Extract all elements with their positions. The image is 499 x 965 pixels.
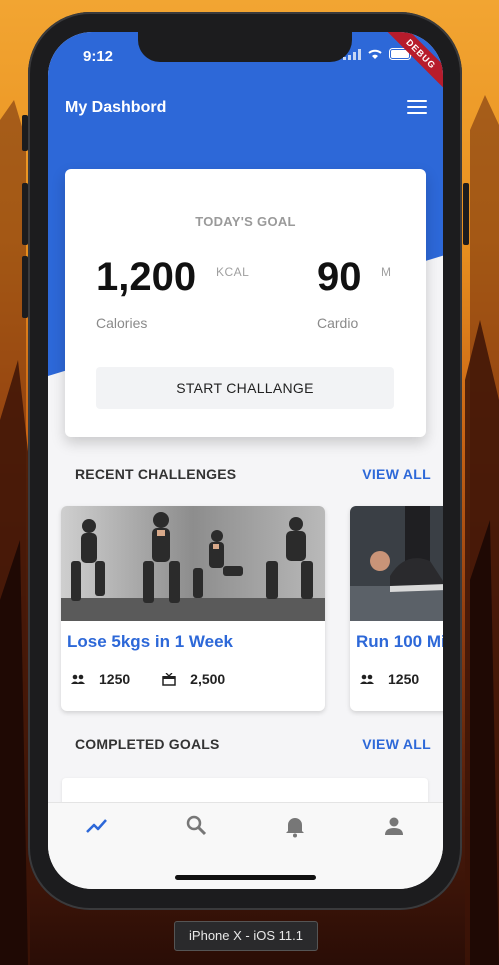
challenge-title: Lose 5kgs in 1 Week [67, 632, 233, 651]
start-challenge-button[interactable]: START CHALLANGE [96, 367, 394, 409]
participants-count: 1250 [99, 671, 131, 687]
challenge-card[interactable]: Run 100 Mi 1250 [350, 506, 443, 711]
mute-switch [22, 115, 28, 151]
challenge-meta: 1250 2,500 [71, 671, 225, 687]
goal-card-title: TODAY'S GOAL [195, 214, 296, 229]
challenge-meta: 1250 [360, 671, 419, 687]
person-icon[interactable] [381, 813, 409, 841]
search-icon[interactable] [184, 813, 212, 841]
recent-challenges-heading: RECENT CHALLENGES [75, 466, 237, 482]
power-button [463, 183, 469, 245]
challenge-photo [61, 506, 325, 621]
calories-value: 1,200 [96, 255, 197, 299]
completed-goals-heading: COMPLETED GOALS [75, 736, 220, 752]
signal-icon [343, 48, 361, 60]
calories-unit: KCAL [216, 265, 250, 279]
app-screen: 9:12 DEBUG My Dashbord TODAY'S GOAL 1,20… [48, 32, 443, 889]
group-icon [360, 674, 374, 684]
notch [138, 32, 352, 62]
trending-icon[interactable] [84, 813, 112, 841]
completed-goals-view-all[interactable]: VIEW ALL [362, 736, 431, 752]
gift-icon [162, 672, 176, 686]
wifi-icon [368, 49, 382, 59]
todays-goal-card: TODAY'S GOAL 1,200 KCAL Calories 90 M Ca… [65, 169, 426, 437]
cardio-value: 90 [317, 255, 362, 299]
status-time: 9:12 [83, 48, 114, 65]
device-label: iPhone X - iOS 11.1 [174, 921, 318, 951]
participants-count: 1250 [388, 671, 420, 687]
page-title: My Dashbord [65, 99, 167, 116]
challenge-card[interactable]: Lose 5kgs in 1 Week 1250 2,500 [61, 506, 325, 711]
reward-points: 2,500 [190, 671, 226, 687]
challenge-title: Run 100 Mi [356, 632, 443, 651]
recent-challenges-view-all[interactable]: VIEW ALL [362, 466, 431, 482]
volume-up-button [22, 183, 28, 245]
group-icon [71, 674, 85, 684]
calories-label: Calories [96, 315, 148, 331]
status-icons [343, 48, 413, 60]
cardio-label: Cardio [317, 315, 359, 331]
bell-icon[interactable] [282, 813, 310, 841]
volume-down-button [22, 256, 28, 318]
cardio-unit: M [381, 265, 392, 279]
menu-icon[interactable] [407, 100, 427, 116]
home-indicator[interactable] [175, 875, 316, 880]
challenge-photo [350, 506, 443, 621]
